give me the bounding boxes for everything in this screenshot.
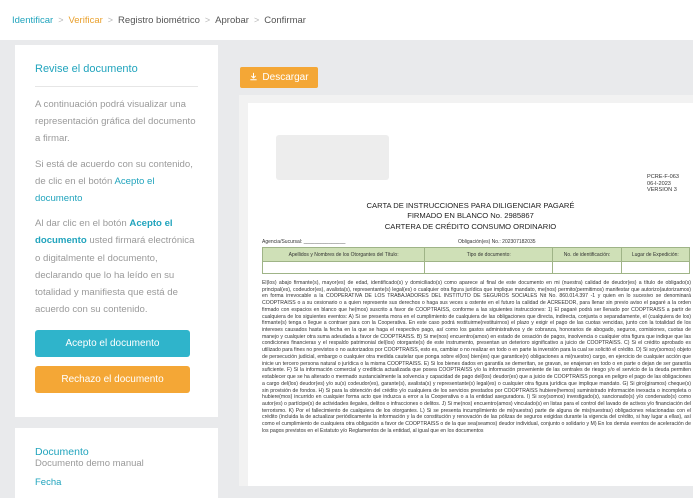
document-title-line: CARTERA DE CRÉDITO CONSUMO ORDINARIO: [384, 221, 557, 231]
table-header: No. de identificación:: [552, 247, 622, 262]
table-header: Apellidos y Nombres de los Otorgantes de…: [261, 247, 426, 262]
download-icon-svg: [250, 72, 258, 80]
review-notice: Al dar clic en el botón Acepto el docume…: [35, 215, 198, 318]
table-header: Tipo de documento:: [424, 247, 554, 262]
review-intro-text: A continuación podrá visualizar una repr…: [35, 99, 196, 145]
breadcrumb-step-registro-biometrico: Registro biométrico: [118, 14, 200, 26]
document-viewer[interactable]: PCRE-F-063 06-I-2023 VERSION 3 CARTA DE …: [239, 95, 693, 486]
panel-divider: [35, 86, 198, 87]
breadcrumb-separator-icon: >: [107, 15, 114, 25]
document-panel-title: Documento: [35, 446, 89, 458]
document-panel-field-label: Fecha: [35, 477, 62, 488]
table-row: [261, 261, 691, 274]
document-code: PCRE-F-063 06-I-2023 VERSION 3: [647, 174, 679, 194]
table-cell: [620, 261, 691, 274]
breadcrumb-step-verificar[interactable]: Verificar: [68, 15, 102, 26]
company-logo: [276, 135, 389, 180]
document-title: CARTA DE INSTRUCCIONES PARA DILIGENCIAR …: [268, 201, 673, 232]
download-icon: [249, 72, 258, 84]
table-cell: [261, 261, 426, 274]
breadcrumb-separator-icon: >: [253, 15, 260, 25]
review-instruction: Si está de acuerdo con su contenido, de …: [35, 156, 198, 208]
reject-document-button[interactable]: Rechazo el documento: [35, 366, 190, 394]
breadcrumb-separator-icon: >: [204, 15, 211, 25]
download-label: Descargar: [262, 72, 309, 83]
review-notice-rest: usted firmará electrónica o digitalmente…: [35, 235, 195, 316]
review-panel: Revise el documento A continuación podrá…: [15, 45, 218, 417]
document-code-line: PCRE-F-063: [646, 174, 679, 180]
breadcrumb-step-aprobar: Aprobar: [215, 14, 249, 26]
review-notice-text: Al dar clic en el botón: [35, 218, 127, 230]
table-cell: [552, 261, 622, 274]
document-code-line: VERSION 3: [646, 187, 677, 194]
document-panel: Documento Documento demo manual Fecha: [15, 428, 218, 498]
obligation-label: Obligación(es) No.: 202307182035: [458, 239, 536, 245]
breadcrumb: Identificar > Verificar > Registro biomé…: [0, 0, 693, 40]
document-title-line: CARTA DE INSTRUCCIONES PARA DILIGENCIAR …: [366, 201, 575, 210]
document-title-line: FIRMADO EN BLANCO No. 2985867: [407, 211, 534, 221]
agency-label: Agencia/Sucursal: _______________: [262, 239, 346, 245]
breadcrumb-step-confirmar: Confirmar: [264, 14, 306, 26]
grantors-table: Apellidos y Nombres de los Otorgantes de…: [261, 247, 691, 274]
breadcrumb-step-identificar[interactable]: Identificar: [12, 15, 53, 26]
breadcrumb-separator-icon: >: [58, 15, 64, 25]
download-button[interactable]: Descargar: [240, 67, 318, 88]
accept-document-button[interactable]: Acepto el documento: [35, 330, 190, 358]
document-page: PCRE-F-063 06-I-2023 VERSION 3 CARTA DE …: [248, 103, 693, 486]
review-panel-title: Revise el documento: [35, 63, 138, 75]
table-cell: [424, 261, 554, 274]
document-body-text: El(los) abajo firmante(s), mayor(es) de …: [262, 280, 691, 434]
document-code-line: 06-I-2023: [646, 180, 671, 187]
document-panel-subtitle: Documento demo manual: [35, 458, 144, 469]
table-header: Lugar de Expedición:: [620, 247, 691, 262]
